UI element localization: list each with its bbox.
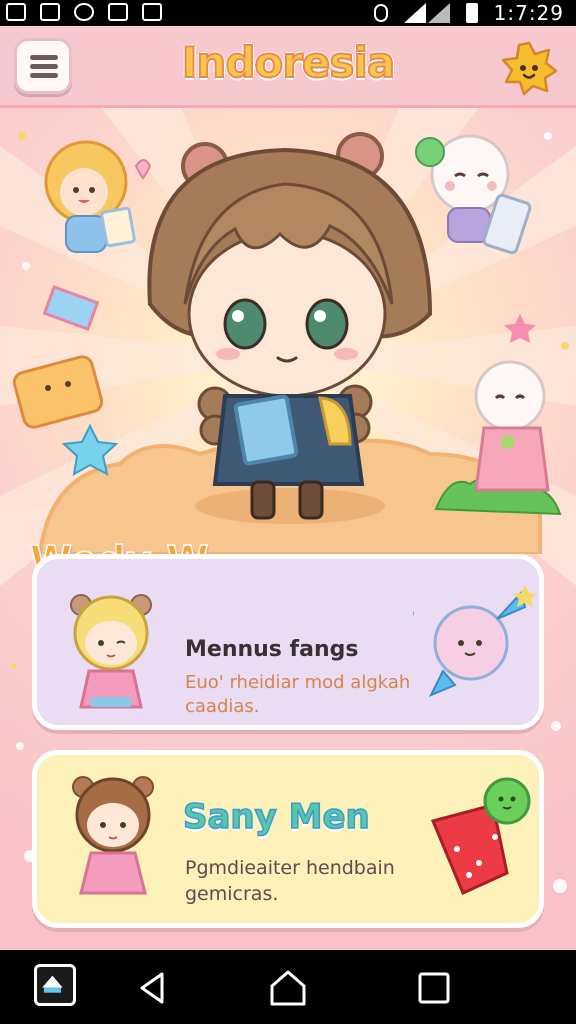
- app-screen: Indoresia Mennus fangs Euo' rheidiar mod…: [0, 26, 576, 950]
- white-bunny-with-phone: [415, 134, 532, 255]
- brown-cat-girl-avatar: [72, 776, 154, 895]
- blonde-girl-reading: [44, 140, 136, 253]
- app-launcher-icon[interactable]: [34, 964, 76, 1006]
- gift-box-balloon-icon: [430, 777, 531, 896]
- signal-icon: [427, 3, 450, 23]
- battery-icon: [465, 3, 478, 23]
- chart-icon: [142, 3, 162, 21]
- bunny-in-pink-dress: [474, 360, 550, 492]
- star-mascot-icon[interactable]: [500, 40, 558, 96]
- card-title: Sany Men: [182, 796, 370, 838]
- image-icon: [40, 3, 60, 21]
- no-sim-icon: [108, 3, 128, 21]
- fire-icon: [74, 3, 94, 21]
- feature-card-1[interactable]: Mennus fangs Euo' rheidiar mod algkah ca…: [32, 554, 544, 730]
- card-title: Mennus fangs: [185, 637, 359, 662]
- back-icon[interactable]: [134, 968, 174, 1008]
- card-description: Pgmdieaiter hendbain gemicras.: [185, 857, 395, 905]
- recents-icon[interactable]: [414, 968, 454, 1008]
- home-icon[interactable]: [268, 968, 308, 1008]
- status-bar: 1:7:29: [0, 0, 576, 26]
- candy-balloon-icon: [413, 585, 537, 697]
- vibrate-icon: [373, 4, 388, 22]
- status-time: 1:7:29: [493, 1, 564, 25]
- card-description: Euo' rheidiar mod algkah caadias.: [185, 672, 411, 717]
- notification-icon: [6, 3, 26, 21]
- feature-card-2[interactable]: Sany Men Pgmdieaiter hendbain gemicras.: [32, 750, 544, 928]
- app-header: Indoresia: [0, 26, 576, 108]
- wifi-icon: [403, 3, 426, 23]
- blonde-cat-girl-avatar: [70, 594, 152, 709]
- hero-illustration: [12, 132, 562, 554]
- notification-icons: [6, 3, 162, 21]
- system-navigation-bar: [0, 950, 576, 1024]
- app-title: Indoresia: [181, 37, 396, 88]
